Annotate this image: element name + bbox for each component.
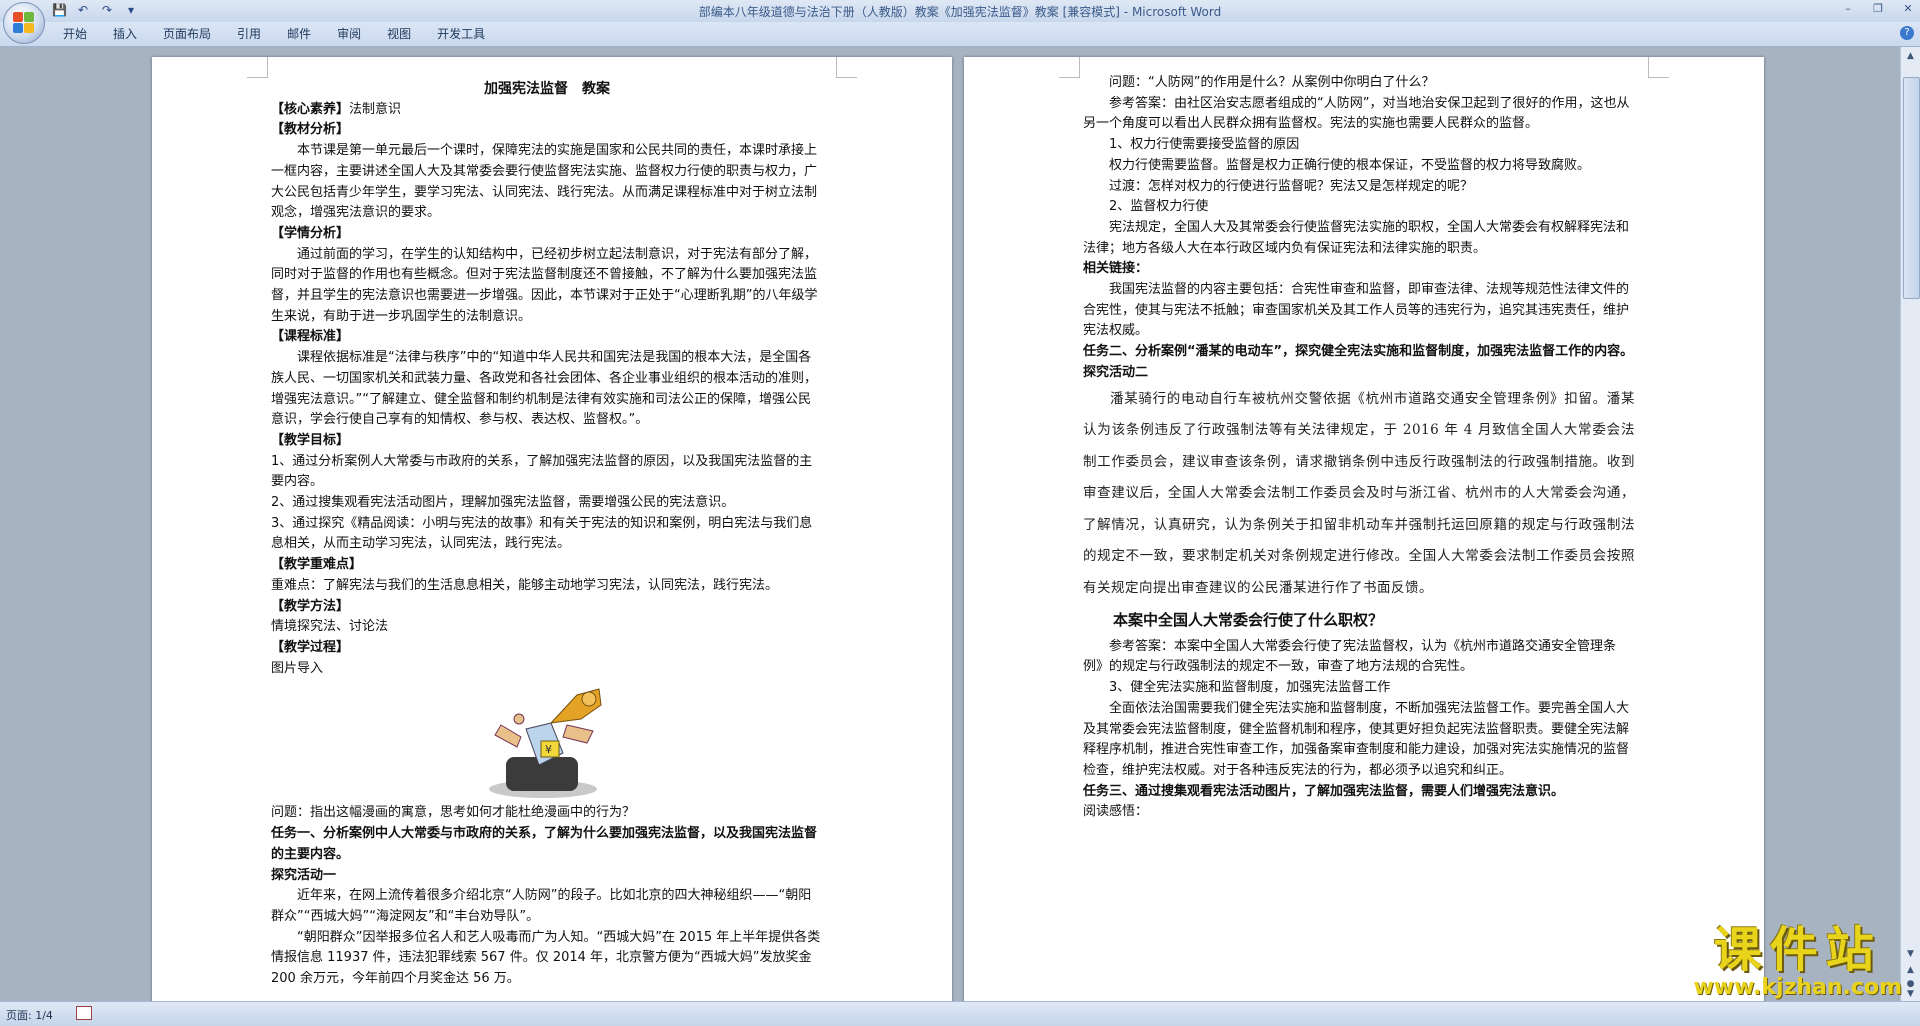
close-icon[interactable]: ✕ [1902, 2, 1914, 16]
section-heading: 【教材分析】 [271, 122, 350, 138]
watermark-text: 课件站 [1713, 922, 1882, 978]
help-icon[interactable]: ? [1900, 26, 1914, 40]
paragraph: 阅读感悟： [1083, 804, 1149, 820]
window-controls: – ❐ ✕ [1842, 2, 1914, 16]
activity-heading: 探究活动二 [1083, 364, 1149, 380]
document-area: 加强宪法监督 教案 【核心素养】法制意识 【教材分析】 本节课是第一单元最后一个… [0, 47, 1900, 1001]
paragraph: 问题：指出这幅漫画的寓意，思考如何才能杜绝漫画中的行为？ [271, 805, 636, 821]
paragraph: 2、通过搜集观看宪法活动图片，理解加强宪法监督，需要增强公民的宪法意识。 [271, 495, 735, 511]
page-indicator[interactable]: 页面: 1/4 [6, 1007, 53, 1023]
app-name: Microsoft Word [1131, 5, 1222, 19]
task-heading: 任务一、分析案例中人大常委与市政府的关系，了解为什么要加强宪法监督，以及我国宪法… [271, 826, 818, 862]
paragraph: 通过前面的学习，在学生的认知结构中，已经初步树立起法制意识，对于宪法有部分了解，… [271, 246, 818, 324]
margin-mark [1059, 57, 1080, 78]
activity-heading: 探究活动一 [271, 867, 337, 883]
watermark-url: www.kjzhan.com [1693, 975, 1902, 1000]
section-heading: 【课程标准】 [271, 329, 350, 345]
question-heading: 本案中全国人大常委会行使了什么职权？ [1113, 611, 1384, 630]
tab-home[interactable]: 开始 [50, 26, 100, 42]
tab-developer[interactable]: 开发工具 [424, 26, 498, 42]
tab-review[interactable]: 审阅 [324, 26, 374, 42]
case-paragraph: 潘某骑行的电动自行车被杭州交警依据《杭州市道路交通安全管理条例》扣留。潘某认为该… [1083, 390, 1635, 596]
paragraph: “朝阳群众”因举报多位名人和艺人吸毒而广为人知。“西城大妈”在 2015 年上半… [271, 929, 821, 987]
tab-references[interactable]: 引用 [224, 26, 274, 42]
paragraph: 1、权力行使需要接受监督的原因 [1109, 137, 1300, 153]
paragraph: 图片导入 [271, 660, 324, 676]
page-2-content[interactable]: 问题：“人防网”的作用是什么？从案例中你明白了什么？ 参考答案：由社区治安志愿者… [1083, 73, 1635, 823]
scroll-thumb[interactable] [1903, 77, 1920, 299]
tab-page-layout[interactable]: 页面布局 [150, 26, 224, 42]
paragraph: 2、监督权力行使 [1109, 199, 1209, 215]
restore-icon[interactable]: ❐ [1872, 2, 1884, 16]
section-heading: 相关链接： [1083, 261, 1149, 277]
task-heading: 任务三、通过搜集观看宪法活动图片，了解加强宪法监督，需要人们增强宪法意识。 [1083, 783, 1565, 799]
document-heading: 加强宪法监督 教案 [484, 81, 610, 97]
scroll-down-icon[interactable]: ▼ [1903, 947, 1918, 961]
cartoon-illustration: ¥ [489, 688, 602, 799]
proofing-icon[interactable] [76, 1006, 92, 1020]
margin-mark [836, 57, 857, 78]
paragraph: 近年来，在网上流传着很多介绍北京“人防网”的段子。比如北京的四大神秘组织——“朝… [271, 888, 812, 924]
document-title: 部编本八年级道德与法治下册（人教版）教案《加强宪法监督》教案 [兼容模式] [698, 5, 1120, 19]
margin-mark [247, 57, 268, 78]
ribbon-tabs: 开始 插入 页面布局 引用 邮件 审阅 视图 开发工具 [50, 26, 498, 42]
paragraph: 权力行使需要监督。监督是权力正确行使的根本保证，不受监督的权力将导致腐败。 [1109, 157, 1591, 173]
paragraph: 课程依据标准是“法律与秩序”中的“知道中华人民共和国宪法是我国的根本大法，是全国… [271, 350, 818, 428]
paragraph: 过渡：怎样对权力的行使进行监督呢？宪法又是怎样规定的呢？ [1109, 178, 1474, 194]
watermark: 课件站 www.kjzhan.com [1693, 924, 1902, 1000]
tab-insert[interactable]: 插入 [100, 26, 150, 42]
window-title: 部编本八年级道德与法治下册（人教版）教案《加强宪法监督》教案 [兼容模式] - … [698, 5, 1222, 19]
vertical-scrollbar[interactable]: ▲ ▼ ▲ ● ▼ [1900, 47, 1920, 1001]
paragraph: 3、通过探究《精品阅读：小明与宪法的故事》和有关于宪法的知识和案例，明白宪法与我… [271, 515, 813, 552]
title-bar: 💾 ↶ ↷ ▾ 部编本八年级道德与法治下册（人教版）教案《加强宪法监督》教案 [… [0, 0, 1920, 23]
status-bar: 页面: 1/4 [0, 1001, 1920, 1026]
paragraph: 宪法规定，全国人大及其常委会行使监督宪法实施的职权，全国人大常委会有权解释宪法和… [1083, 219, 1630, 256]
scroll-up-icon[interactable]: ▲ [1903, 49, 1918, 63]
page-1-content[interactable]: 加强宪法监督 教案 【核心素养】法制意识 【教材分析】 本节课是第一单元最后一个… [271, 79, 823, 990]
section-heading: 【教学目标】 [271, 432, 350, 448]
office-button[interactable] [3, 2, 45, 44]
paragraph: 重难点：了解宪法与我们的生活息息相关，能够主动地学习宪法，认同宪法，践行宪法。 [271, 577, 779, 593]
next-page-icon[interactable]: ▼ [1903, 987, 1918, 1001]
office-logo-icon [13, 12, 35, 34]
section-heading: 【核心素养】 [271, 101, 350, 117]
paragraph: 我国宪法监督的内容主要包括：合宪性审查和监督，即审查法律、法规等规范性法律文件的… [1083, 282, 1630, 339]
margin-mark [1648, 57, 1669, 78]
section-heading: 【教学方法】 [271, 598, 350, 614]
cartoon-image[interactable]: ¥ [271, 685, 823, 799]
page-2: 问题：“人防网”的作用是什么？从案例中你明白了什么？ 参考答案：由社区治安志愿者… [964, 57, 1764, 1001]
paragraph: 情境探究法、讨论法 [271, 619, 389, 635]
paragraph: 参考答案：本案中全国人大常委会行使了宪法监督权，认为《杭州市道路交通安全管理条例… [1083, 638, 1617, 675]
ribbon: 开始 插入 页面布局 引用 邮件 审阅 视图 开发工具 ? [0, 22, 1920, 47]
paragraph: 全面依法治国需要我们健全宪法实施和监督制度，不断加强宪法监督工作。要完善全国人大… [1083, 700, 1630, 778]
paragraph: 3、健全宪法实施和监督制度，加强宪法监督工作 [1109, 680, 1391, 696]
tab-view[interactable]: 视图 [374, 26, 424, 42]
paragraph: 本节课是第一单元最后一个课时，保障宪法的实施是国家和公民共同的责任，本课时承接上… [271, 143, 818, 221]
task-heading: 任务二、分析案例“潘某的电动车”，探究健全宪法实施和监督制度，加强宪法监督工作的… [1083, 344, 1634, 360]
paragraph: 问题：“人防网”的作用是什么？从案例中你明白了什么？ [1109, 75, 1435, 90]
page-1: 加强宪法监督 教案 【核心素养】法制意识 【教材分析】 本节课是第一单元最后一个… [152, 57, 952, 1001]
tab-mailings[interactable]: 邮件 [274, 26, 324, 42]
section-heading: 【教学过程】 [271, 639, 350, 655]
paragraph: 法制意识 [349, 101, 402, 117]
section-heading: 【教学重难点】 [271, 557, 363, 573]
yen-sign: ¥ [545, 743, 552, 756]
previous-page-icon[interactable]: ▲ [1903, 963, 1918, 977]
minimize-icon[interactable]: – [1842, 2, 1854, 16]
paragraph: 参考答案：由社区治安志愿者组成的“人防网”，对当地治安保卫起到了很好的作用，这也… [1083, 95, 1630, 132]
section-heading: 【学情分析】 [271, 225, 350, 241]
paragraph: 1、通过分析案例人大常委与市政府的关系，了解加强宪法监督的原因，以及我国宪法监督… [271, 453, 813, 490]
